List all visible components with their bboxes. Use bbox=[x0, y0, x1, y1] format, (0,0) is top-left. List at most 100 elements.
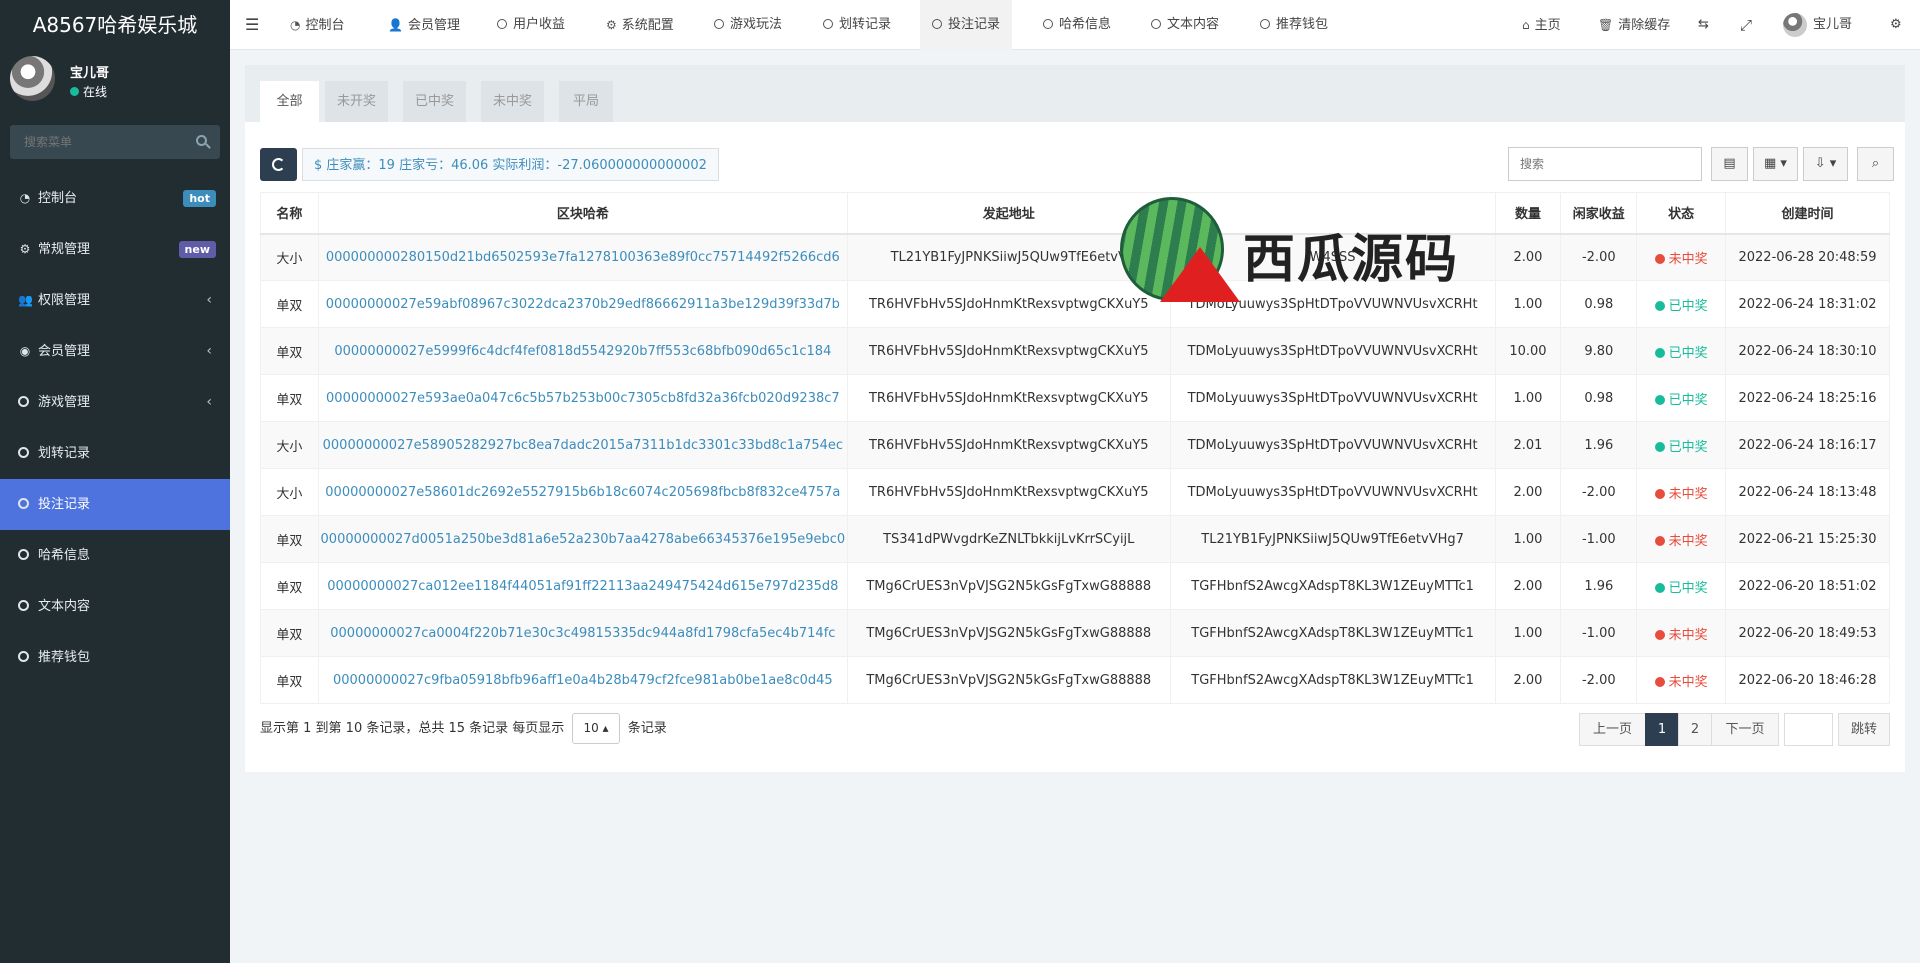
page-2-button[interactable]: 2 bbox=[1678, 713, 1712, 746]
table-row[interactable]: 单双 00000000027e593ae0a047c6c5b57b253b00c7… bbox=[260, 374, 1890, 422]
sidebar-item-label: 游戏管理 bbox=[38, 395, 91, 410]
top-tab-2[interactable]: 用户收益 bbox=[485, 0, 577, 50]
watermelon-slice-icon bbox=[1160, 247, 1240, 302]
top-tab-9[interactable]: 推荐钱包 bbox=[1248, 0, 1340, 50]
top-tab-0[interactable]: ◔ 控制台 bbox=[278, 0, 357, 50]
settings-gear-icon[interactable]: ⚙ bbox=[1890, 0, 1902, 50]
brand-logo[interactable]: A8567哈希娱乐城 bbox=[0, 0, 230, 50]
columns-dropdown-icon[interactable]: ▦ ▾ bbox=[1753, 147, 1798, 181]
sidebar-item-label: 哈希信息 bbox=[38, 548, 91, 563]
cell-amount: 1.00 bbox=[1494, 609, 1562, 657]
chevron-left-icon: ‹ bbox=[206, 394, 212, 410]
sidebar-toggle-icon[interactable]: ☰ bbox=[245, 0, 259, 50]
cell-hash-link[interactable]: 00000000027ca012ee1184f44051af91ff22113a… bbox=[317, 562, 848, 610]
cell-time: 2022-06-24 18:16:17 bbox=[1725, 421, 1890, 469]
top-tab-4[interactable]: 游戏玩法 bbox=[702, 0, 794, 50]
tab-won[interactable]: 已中奖 bbox=[403, 81, 466, 122]
sidebar-item-4[interactable]: 游戏管理 ‹ bbox=[0, 377, 230, 428]
circle-icon bbox=[18, 396, 29, 407]
table-row[interactable]: 单双 00000000027e59abf08967c3022dca2370b29e… bbox=[260, 280, 1890, 328]
table-row[interactable]: 单双 00000000027c9fba05918bfb96aff1e0a4b28b… bbox=[260, 656, 1890, 704]
sidebar-item-1[interactable]: ⚙ 常规管理 new bbox=[0, 224, 230, 275]
status-badge: 未中奖 bbox=[1668, 486, 1708, 502]
top-tab-7[interactable]: 哈希信息 bbox=[1031, 0, 1123, 50]
top-tab-label: 游戏玩法 bbox=[730, 17, 783, 32]
sidebar-item-8[interactable]: 文本内容 bbox=[0, 581, 230, 632]
refresh-button[interactable] bbox=[260, 148, 297, 181]
bet-records-table: 名称 区块哈希 发起地址 数量 闲家收益 状态 创建时间 大小 000000000… bbox=[260, 192, 1890, 704]
top-tab-1[interactable]: 👤 会员管理 bbox=[376, 0, 472, 50]
col-status[interactable]: 状态 bbox=[1636, 192, 1727, 235]
table-row[interactable]: 单双 00000000027d0051a250be3d81a6e52a230b7a… bbox=[260, 515, 1890, 563]
top-tab-5[interactable]: 划转记录 bbox=[811, 0, 903, 50]
cell-name: 单双 bbox=[260, 656, 319, 704]
cell-name: 大小 bbox=[260, 233, 319, 281]
fullscreen-icon[interactable]: ⤢ bbox=[1740, 0, 1752, 50]
tab-draw[interactable]: 平局 bbox=[559, 81, 613, 122]
cell-from: TR6HVFbHv5SJdoHnmKtRexsvptwgCKXuY5 bbox=[846, 421, 1171, 469]
status-dot-icon bbox=[1654, 676, 1665, 687]
col-hash[interactable]: 区块哈希 bbox=[317, 192, 848, 235]
cell-hash-link[interactable]: 00000000027ca0004f220b71e30c3c49815335dc… bbox=[317, 609, 848, 657]
table-search-input[interactable] bbox=[1508, 147, 1702, 181]
toggle-view-icon[interactable]: ▤ bbox=[1711, 147, 1748, 181]
cell-amount: 2.00 bbox=[1494, 656, 1562, 704]
user-menu[interactable]: 宝儿哥 bbox=[1783, 0, 1852, 50]
cell-hash-link[interactable]: 00000000027e58601dc2692e5527915b6b18c607… bbox=[317, 468, 848, 516]
search-icon[interactable] bbox=[196, 135, 207, 146]
cell-hash-link[interactable]: 00000000027e5999f6c4dcf4fef0818d5542920b… bbox=[317, 327, 848, 375]
cell-hash-link[interactable]: 00000000027c9fba05918bfb96aff1e0a4b28b47… bbox=[317, 656, 848, 704]
table-row[interactable]: 单双 00000000027ca0004f220b71e30c3c49815335… bbox=[260, 609, 1890, 657]
col-profit[interactable]: 闲家收益 bbox=[1560, 192, 1638, 235]
top-tab-6[interactable]: 投注记录 bbox=[920, 0, 1013, 50]
tab-pending[interactable]: 未开奖 bbox=[325, 81, 388, 122]
cell-hash-link[interactable]: 000000000280150d21bd6502593e7fa127810036… bbox=[317, 233, 848, 281]
cell-amount: 1.00 bbox=[1494, 280, 1562, 328]
table-row[interactable]: 大小 000000000280150d21bd6502593e7fa1278100… bbox=[260, 233, 1890, 281]
sidebar-item-2[interactable]: 👥 权限管理 ‹ bbox=[0, 275, 230, 326]
next-page-button[interactable]: 下一页 bbox=[1711, 713, 1779, 746]
clear-cache-button[interactable]: 🗑 清除缓存 bbox=[1598, 0, 1670, 50]
circle-icon bbox=[18, 651, 29, 662]
jump-page-input[interactable] bbox=[1784, 713, 1833, 746]
cell-status: 已中奖 bbox=[1636, 280, 1727, 328]
col-time[interactable]: 创建时间 bbox=[1725, 192, 1890, 235]
language-icon[interactable]: ⇆ bbox=[1698, 0, 1709, 50]
cell-from: TMg6CrUES3nVpVJSG2N5kGsFgTxwG88888 bbox=[846, 562, 1171, 610]
sidebar-item-0[interactable]: ◔ 控制台 hot bbox=[0, 173, 230, 224]
table-row[interactable]: 大小 00000000027e58905282927bc8ea7dadc2015a… bbox=[260, 421, 1890, 469]
sidebar-item-9[interactable]: 推荐钱包 bbox=[0, 632, 230, 683]
cell-profit: 1.96 bbox=[1560, 421, 1638, 469]
sidebar-item-5[interactable]: 划转记录 bbox=[0, 428, 230, 479]
cell-status: 已中奖 bbox=[1636, 421, 1727, 469]
cell-hash-link[interactable]: 00000000027d0051a250be3d81a6e52a230b7aa4… bbox=[317, 515, 848, 563]
jump-button[interactable]: 跳转 bbox=[1838, 713, 1890, 746]
cell-to: TDMoLyuuwys3SpHtDTpoVVUWNVUsvXCRHt bbox=[1169, 327, 1496, 375]
top-tab-label: 系统配置 bbox=[621, 18, 674, 33]
table-row[interactable]: 大小 00000000027e58601dc2692e5527915b6b18c6… bbox=[260, 468, 1890, 516]
col-amount[interactable]: 数量 bbox=[1494, 192, 1562, 235]
sidebar-item-7[interactable]: 哈希信息 bbox=[0, 530, 230, 581]
table-row[interactable]: 单双 00000000027ca012ee1184f44051af91ff2211… bbox=[260, 562, 1890, 610]
col-name[interactable]: 名称 bbox=[260, 192, 319, 235]
menu-search-input[interactable] bbox=[10, 125, 220, 159]
page-size-select[interactable]: 10 ▴ bbox=[572, 713, 620, 744]
table-row[interactable]: 单双 00000000027e5999f6c4dcf4fef0818d554292… bbox=[260, 327, 1890, 375]
cell-hash-link[interactable]: 00000000027e593ae0a047c6c5b57b253b00c730… bbox=[317, 374, 848, 422]
top-tab-8[interactable]: 文本内容 bbox=[1139, 0, 1231, 50]
sidebar-item-3[interactable]: ◉ 会员管理 ‹ bbox=[0, 326, 230, 377]
tab-lost[interactable]: 未中奖 bbox=[481, 81, 544, 122]
page-1-button[interactable]: 1 bbox=[1645, 713, 1679, 746]
cell-hash-link[interactable]: 00000000027e59abf08967c3022dca2370b29edf… bbox=[317, 280, 848, 328]
export-dropdown-icon[interactable]: ⇩ ▾ bbox=[1803, 147, 1848, 181]
home-link[interactable]: ⌂ 主页 bbox=[1522, 0, 1561, 50]
cell-time: 2022-06-24 18:13:48 bbox=[1725, 468, 1890, 516]
sidebar-item-6[interactable]: 投注记录 bbox=[0, 479, 230, 530]
status-dot-icon bbox=[1654, 253, 1665, 264]
prev-page-button[interactable]: 上一页 bbox=[1579, 713, 1646, 746]
advanced-search-icon[interactable]: ⌕ bbox=[1857, 147, 1894, 181]
status-dot-icon bbox=[1654, 347, 1665, 358]
top-tab-3[interactable]: ⚙ 系统配置 bbox=[594, 0, 686, 50]
tab-all[interactable]: 全部 bbox=[260, 81, 319, 122]
cell-hash-link[interactable]: 00000000027e58905282927bc8ea7dadc2015a73… bbox=[317, 421, 848, 469]
